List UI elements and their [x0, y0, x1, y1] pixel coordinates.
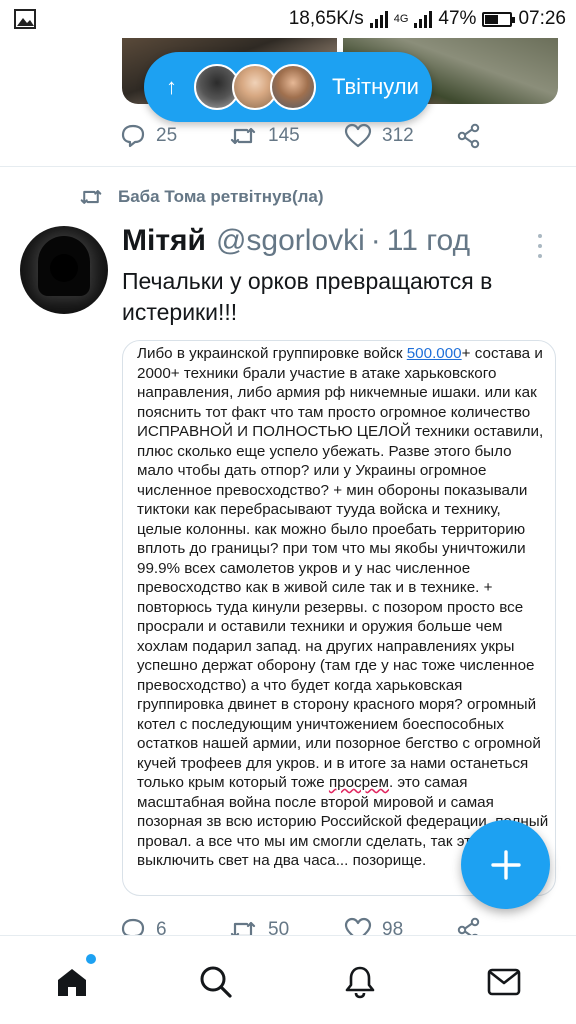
search-icon — [200, 966, 232, 998]
image-text-misspelled: просрем — [328, 774, 389, 791]
tweet-image[interactable]: Либо в украинской группировке войск 500.… — [122, 340, 556, 896]
tab-messages[interactable] — [484, 962, 524, 1002]
clock: 07:26 — [518, 8, 566, 29]
tweet-header: Мітяй @sgorlovki · 11 год — [122, 224, 470, 258]
status-bar: 18,65K/s 4G 47% 07:26 — [0, 0, 576, 38]
avatar — [270, 64, 316, 110]
retweet-icon — [80, 190, 102, 204]
tab-home[interactable] — [52, 954, 96, 1002]
retweet-context[interactable]: Баба Тома ретвітнув(ла) — [78, 186, 324, 208]
tweet-text: Печальки у орков превращаются в истерики… — [122, 268, 493, 325]
author-avatar[interactable] — [20, 226, 108, 314]
more-options-icon[interactable] — [538, 234, 544, 258]
reply-button[interactable]: 25 — [120, 123, 228, 149]
retweet-icon — [230, 127, 256, 145]
image-text-middle: + состава и 2000+ техники брали участие … — [137, 345, 544, 791]
image-icon — [14, 9, 36, 29]
battery-percent: 47% — [438, 8, 477, 29]
previous-tweet-actions: 25 145 312 — [120, 121, 500, 151]
signal-icon-2 — [414, 10, 433, 28]
author-handle[interactable]: @sgorlovki — [216, 224, 365, 258]
signal-icon — [369, 10, 388, 28]
share-icon — [457, 123, 480, 149]
tab-notifications[interactable] — [340, 962, 380, 1002]
tweet-divider — [0, 166, 576, 167]
plus-icon — [490, 849, 521, 880]
home-notification-dot — [86, 954, 96, 964]
tab-search[interactable] — [196, 962, 236, 1002]
heart-icon — [344, 123, 372, 148]
bell-icon — [345, 966, 375, 999]
retweet-count: 145 — [268, 125, 300, 146]
pill-label: Твітнули — [332, 74, 419, 99]
avatar-face — [50, 254, 78, 282]
network-speed: 18,65K/s — [288, 8, 364, 29]
tweet-time[interactable]: 11 год — [387, 224, 470, 258]
battery-icon — [482, 11, 516, 27]
compose-tweet-button[interactable] — [461, 820, 550, 909]
share-button[interactable] — [456, 123, 482, 149]
image-text-link: 500.000 — [406, 345, 462, 362]
like-button[interactable]: 312 — [344, 123, 456, 149]
bottom-navigation — [0, 935, 576, 1024]
network-type: 4G — [393, 13, 409, 25]
pill-avatars — [194, 64, 316, 110]
mail-icon — [487, 968, 521, 996]
home-icon — [58, 969, 86, 996]
image-text: Либо в украинской группировке войск 500.… — [137, 344, 549, 871]
reply-count: 25 — [156, 125, 178, 146]
arrow-up-icon: ↑ — [166, 74, 177, 99]
author-name[interactable]: Мітяй — [122, 224, 206, 258]
new-tweets-pill[interactable]: ↑ Твітнули — [144, 52, 432, 122]
retweet-context-label: Баба Тома ретвітнув(ла) — [118, 187, 324, 206]
like-count: 312 — [382, 125, 414, 146]
retweet-button[interactable]: 145 — [228, 123, 344, 149]
image-text-start: Либо в украинской группировке войск — [137, 345, 407, 362]
reply-icon — [121, 124, 145, 148]
separator-dot: · — [370, 224, 381, 257]
